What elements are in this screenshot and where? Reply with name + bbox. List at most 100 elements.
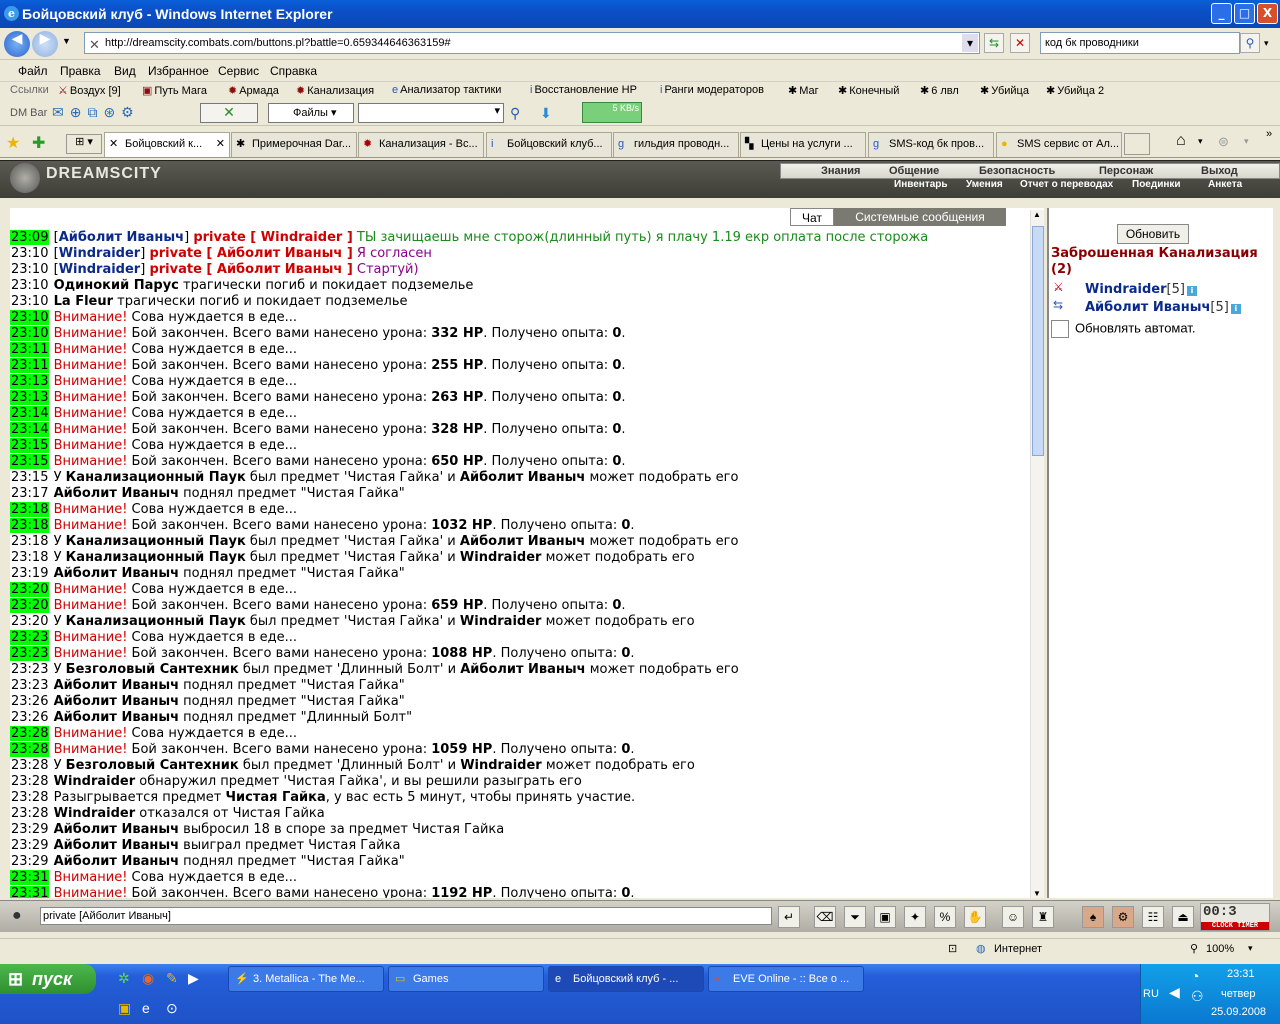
start-button[interactable]: ⊞ пуск xyxy=(0,964,96,994)
chat-timestamp[interactable]: 23:10 xyxy=(10,294,49,309)
chat-timestamp[interactable]: 23:28 xyxy=(10,774,49,789)
smile-icon[interactable]: ● xyxy=(12,907,22,925)
tab-prices[interactable]: ▚ Цены на услуги ... xyxy=(740,132,866,157)
chat-timestamp[interactable]: 23:19 xyxy=(10,566,49,581)
chat-nick[interactable]: Windraider xyxy=(59,246,141,261)
chat-private-tag[interactable]: private [ Windraider ] xyxy=(193,230,352,245)
chat-timestamp[interactable]: 23:15 xyxy=(10,438,50,453)
chat-timestamp[interactable]: 23:10 xyxy=(10,246,49,261)
menu-tools[interactable]: Сервис xyxy=(218,64,259,78)
home-icon[interactable]: ⌂ xyxy=(1176,132,1186,150)
link-item[interactable]: i Ранги модераторов xyxy=(660,84,764,96)
auto-refresh-option[interactable]: Обновлять автомат. xyxy=(1051,320,1195,338)
chat-scrollbar[interactable]: ▲ ▼ xyxy=(1030,210,1044,898)
quick-tabs-icon[interactable]: ⊞ ▾ xyxy=(66,134,102,154)
link-item[interactable]: ✹ Армада xyxy=(228,84,279,97)
player-entry[interactable]: Айболит Иваныч[5] i xyxy=(1085,300,1241,315)
chat-timestamp[interactable]: 23:29 xyxy=(10,822,49,837)
info-icon[interactable]: i xyxy=(1230,304,1241,314)
media-player-icon[interactable]: ▶ xyxy=(188,970,199,987)
tray-arrow-icon[interactable]: ◀ xyxy=(1169,984,1180,1001)
owl-icon[interactable]: ♠ xyxy=(1082,906,1104,928)
quicklaunch-icon[interactable]: ◉ xyxy=(142,970,154,987)
player-entry[interactable]: Windraider[5] i xyxy=(1085,282,1197,297)
link-item[interactable]: ✱ Маг xyxy=(788,84,819,97)
save-icon[interactable]: ▣ xyxy=(874,906,896,928)
link-item[interactable]: e Анализатор тактики xyxy=(392,84,501,96)
quicklaunch-icon[interactable]: ▣ xyxy=(118,1000,131,1017)
feeds-dropdown-icon[interactable]: ▾ xyxy=(1244,136,1249,147)
close-button[interactable]: X xyxy=(1257,3,1278,24)
dmbar-action-icon[interactable]: ✕ xyxy=(200,103,258,123)
new-tab-button[interactable] xyxy=(1124,133,1150,155)
chat-nick[interactable]: Windraider xyxy=(59,262,141,277)
nav-profile[interactable]: Анкета xyxy=(1208,179,1242,190)
chat-timestamp[interactable]: 23:15 xyxy=(10,454,50,469)
tab-fight-club-2[interactable]: i Бойцовский клуб... xyxy=(486,132,612,157)
chat-timestamp[interactable]: 23:10 xyxy=(10,326,50,341)
back-arrow-icon[interactable]: ◀ xyxy=(4,31,30,57)
exit-icon[interactable]: ⏏ xyxy=(1172,906,1194,928)
nav-communication[interactable]: Общение xyxy=(889,165,939,177)
chat-timestamp[interactable]: 23:29 xyxy=(10,838,49,853)
minimize-button[interactable]: _ xyxy=(1211,3,1232,24)
chat-timestamp[interactable]: 23:13 xyxy=(10,390,50,405)
zoom-level[interactable]: 100% xyxy=(1206,943,1234,955)
chat-timestamp[interactable]: 23:17 xyxy=(10,486,49,501)
nav-duels[interactable]: Поединки xyxy=(1132,179,1181,190)
refresh-icon[interactable]: ⇆ xyxy=(984,33,1004,53)
send-icon[interactable]: ↵ xyxy=(778,906,800,928)
task-metallica[interactable]: ⚡ 3. Metallica - The Me... xyxy=(228,966,384,992)
filter-icon[interactable]: ⏷ xyxy=(844,906,866,928)
group-icon[interactable]: ☷ xyxy=(1142,906,1164,928)
chat-timestamp[interactable]: 23:13 xyxy=(10,374,50,389)
download-icon[interactable]: ⬇ xyxy=(540,105,552,122)
chat-timestamp[interactable]: 23:20 xyxy=(10,598,50,613)
chat-nick[interactable]: Айболит Иваныч xyxy=(59,230,184,245)
add-favorite-icon[interactable]: ✚ xyxy=(32,133,45,153)
chevron-more-icon[interactable]: » xyxy=(1266,128,1272,140)
scroll-thumb[interactable] xyxy=(1032,226,1044,456)
dmbar-tools-icon[interactable]: ✉⊕⧉⊛⚙ xyxy=(52,104,192,124)
link-item[interactable]: ▣ Путь Мага xyxy=(142,84,207,97)
chat-timestamp[interactable]: 23:29 xyxy=(10,854,49,869)
percent-icon[interactable]: % xyxy=(934,906,956,928)
tray-time[interactable]: 23:31 xyxy=(1227,968,1255,980)
tray-app-icon[interactable]: ◔ xyxy=(1191,968,1199,984)
home-dropdown-icon[interactable]: ▾ xyxy=(1198,136,1203,147)
link-item[interactable]: ✱ Конечный xyxy=(838,84,899,97)
dmbar-search-icon[interactable]: ⚲ xyxy=(510,105,520,122)
chat-timestamp[interactable]: 23:10 xyxy=(10,278,49,293)
menu-edit[interactable]: Правка xyxy=(60,64,101,78)
quicklaunch-icon[interactable]: ✲ xyxy=(118,970,130,987)
chat-timestamp[interactable]: 23:09 xyxy=(10,230,50,245)
tab-system-messages[interactable]: Системные сообщения xyxy=(834,208,1006,226)
tab-sms-service[interactable]: ● SMS сервис от Ал... xyxy=(996,132,1122,157)
menu-file[interactable]: Файл xyxy=(18,64,48,78)
nav-character[interactable]: Персонаж xyxy=(1099,165,1153,177)
menu-help[interactable]: Справка xyxy=(270,64,317,78)
chat-private-tag[interactable]: private [ Айболит Иваныч ] xyxy=(149,246,352,261)
history-dropdown-icon[interactable]: ▼ xyxy=(62,36,71,46)
task-fight-club[interactable]: e Бойцовский клуб - ... xyxy=(548,966,704,992)
chat-timestamp[interactable]: 23:23 xyxy=(10,662,49,677)
link-item[interactable]: ⚔ Воздух [9] xyxy=(58,84,121,97)
chat-timestamp[interactable]: 23:28 xyxy=(10,790,49,805)
tab-sms-code[interactable]: g SMS-код бк пров... xyxy=(868,132,994,157)
link-item[interactable]: ✱ Убийца xyxy=(980,84,1029,97)
chat-timestamp[interactable]: 23:10 xyxy=(10,310,50,325)
chat-timestamp[interactable]: 23:11 xyxy=(10,342,50,357)
address-dropdown-icon[interactable]: ▾ xyxy=(962,34,978,52)
scroll-down-icon[interactable]: ▼ xyxy=(1033,889,1041,898)
chat-timestamp[interactable]: 23:14 xyxy=(10,422,50,437)
chat-timestamp[interactable]: 23:23 xyxy=(10,646,50,661)
maximize-button[interactable]: □ xyxy=(1234,3,1255,24)
chat-timestamp[interactable]: 23:31 xyxy=(10,870,50,885)
transfer-icon[interactable]: ⇆ xyxy=(1053,298,1063,312)
quicklaunch-icon[interactable]: ✎ xyxy=(166,970,178,987)
chat-timestamp[interactable]: 23:20 xyxy=(10,614,49,629)
chat-timestamp[interactable]: 23:10 xyxy=(10,262,49,277)
scroll-up-icon[interactable]: ▲ xyxy=(1033,210,1041,219)
nav-skills[interactable]: Умения xyxy=(966,179,1003,190)
attack-icon[interactable]: ⚔ xyxy=(1053,280,1064,294)
